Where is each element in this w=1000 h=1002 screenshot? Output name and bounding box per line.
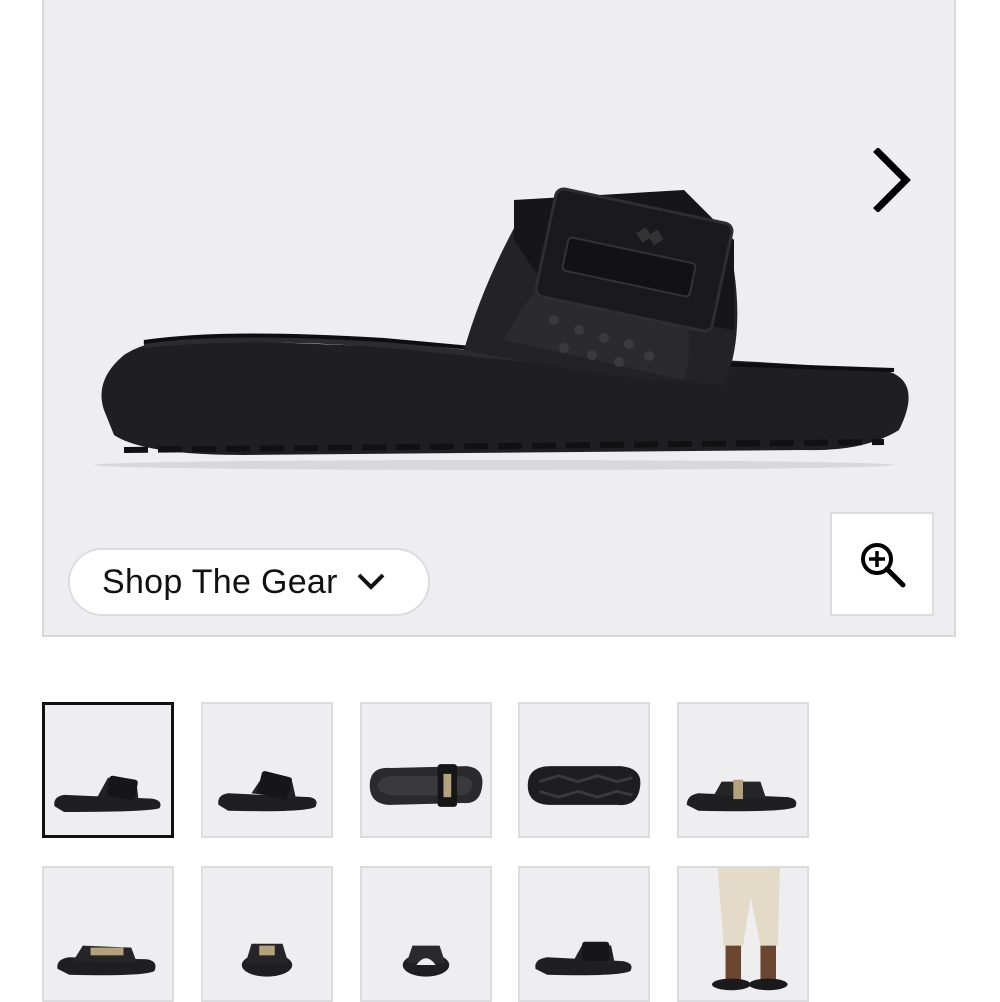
- thumbnail-heel[interactable]: [360, 866, 492, 1002]
- chevron-right-icon: [873, 148, 911, 212]
- thumbnail-front[interactable]: [201, 866, 333, 1002]
- product-hero-image[interactable]: Shop The Gear: [42, 0, 956, 637]
- thumbnail-side[interactable]: [42, 702, 174, 838]
- sandal-thumbnail-image: [218, 771, 317, 812]
- shop-the-gear-label: Shop The Gear: [102, 562, 338, 601]
- sandal-thumbnail-image: [686, 779, 797, 812]
- thumbnail-back-angle[interactable]: [677, 702, 809, 838]
- thumbnail-top[interactable]: [360, 702, 492, 838]
- sandal-thumbnail-image: [57, 945, 156, 976]
- thumbnail-front-angle[interactable]: [42, 866, 174, 1002]
- sandal-thumbnail-image: [54, 775, 161, 812]
- zoom-button[interactable]: [830, 512, 934, 616]
- sandal-main-image: [94, 187, 909, 470]
- zoom-in-icon: [861, 543, 906, 588]
- next-image-button[interactable]: [862, 140, 922, 220]
- sandal-thumbnail-image: [241, 943, 293, 977]
- sandal-thumbnail-image: [527, 766, 641, 806]
- sandal-thumbnail-image: [402, 945, 450, 977]
- sandal-thumbnail-image: [369, 764, 483, 807]
- chevron-down-icon: [357, 573, 385, 590]
- shop-the-gear-button[interactable]: Shop The Gear: [68, 548, 430, 616]
- model-thumbnail-image: [711, 868, 788, 991]
- thumbnail-sole[interactable]: [518, 702, 650, 838]
- thumbnail-angled-side[interactable]: [201, 702, 333, 838]
- thumbnail-rear-angle[interactable]: [518, 866, 650, 1002]
- thumbnail-on-model[interactable]: [677, 866, 809, 1002]
- sandal-thumbnail-image: [535, 941, 632, 976]
